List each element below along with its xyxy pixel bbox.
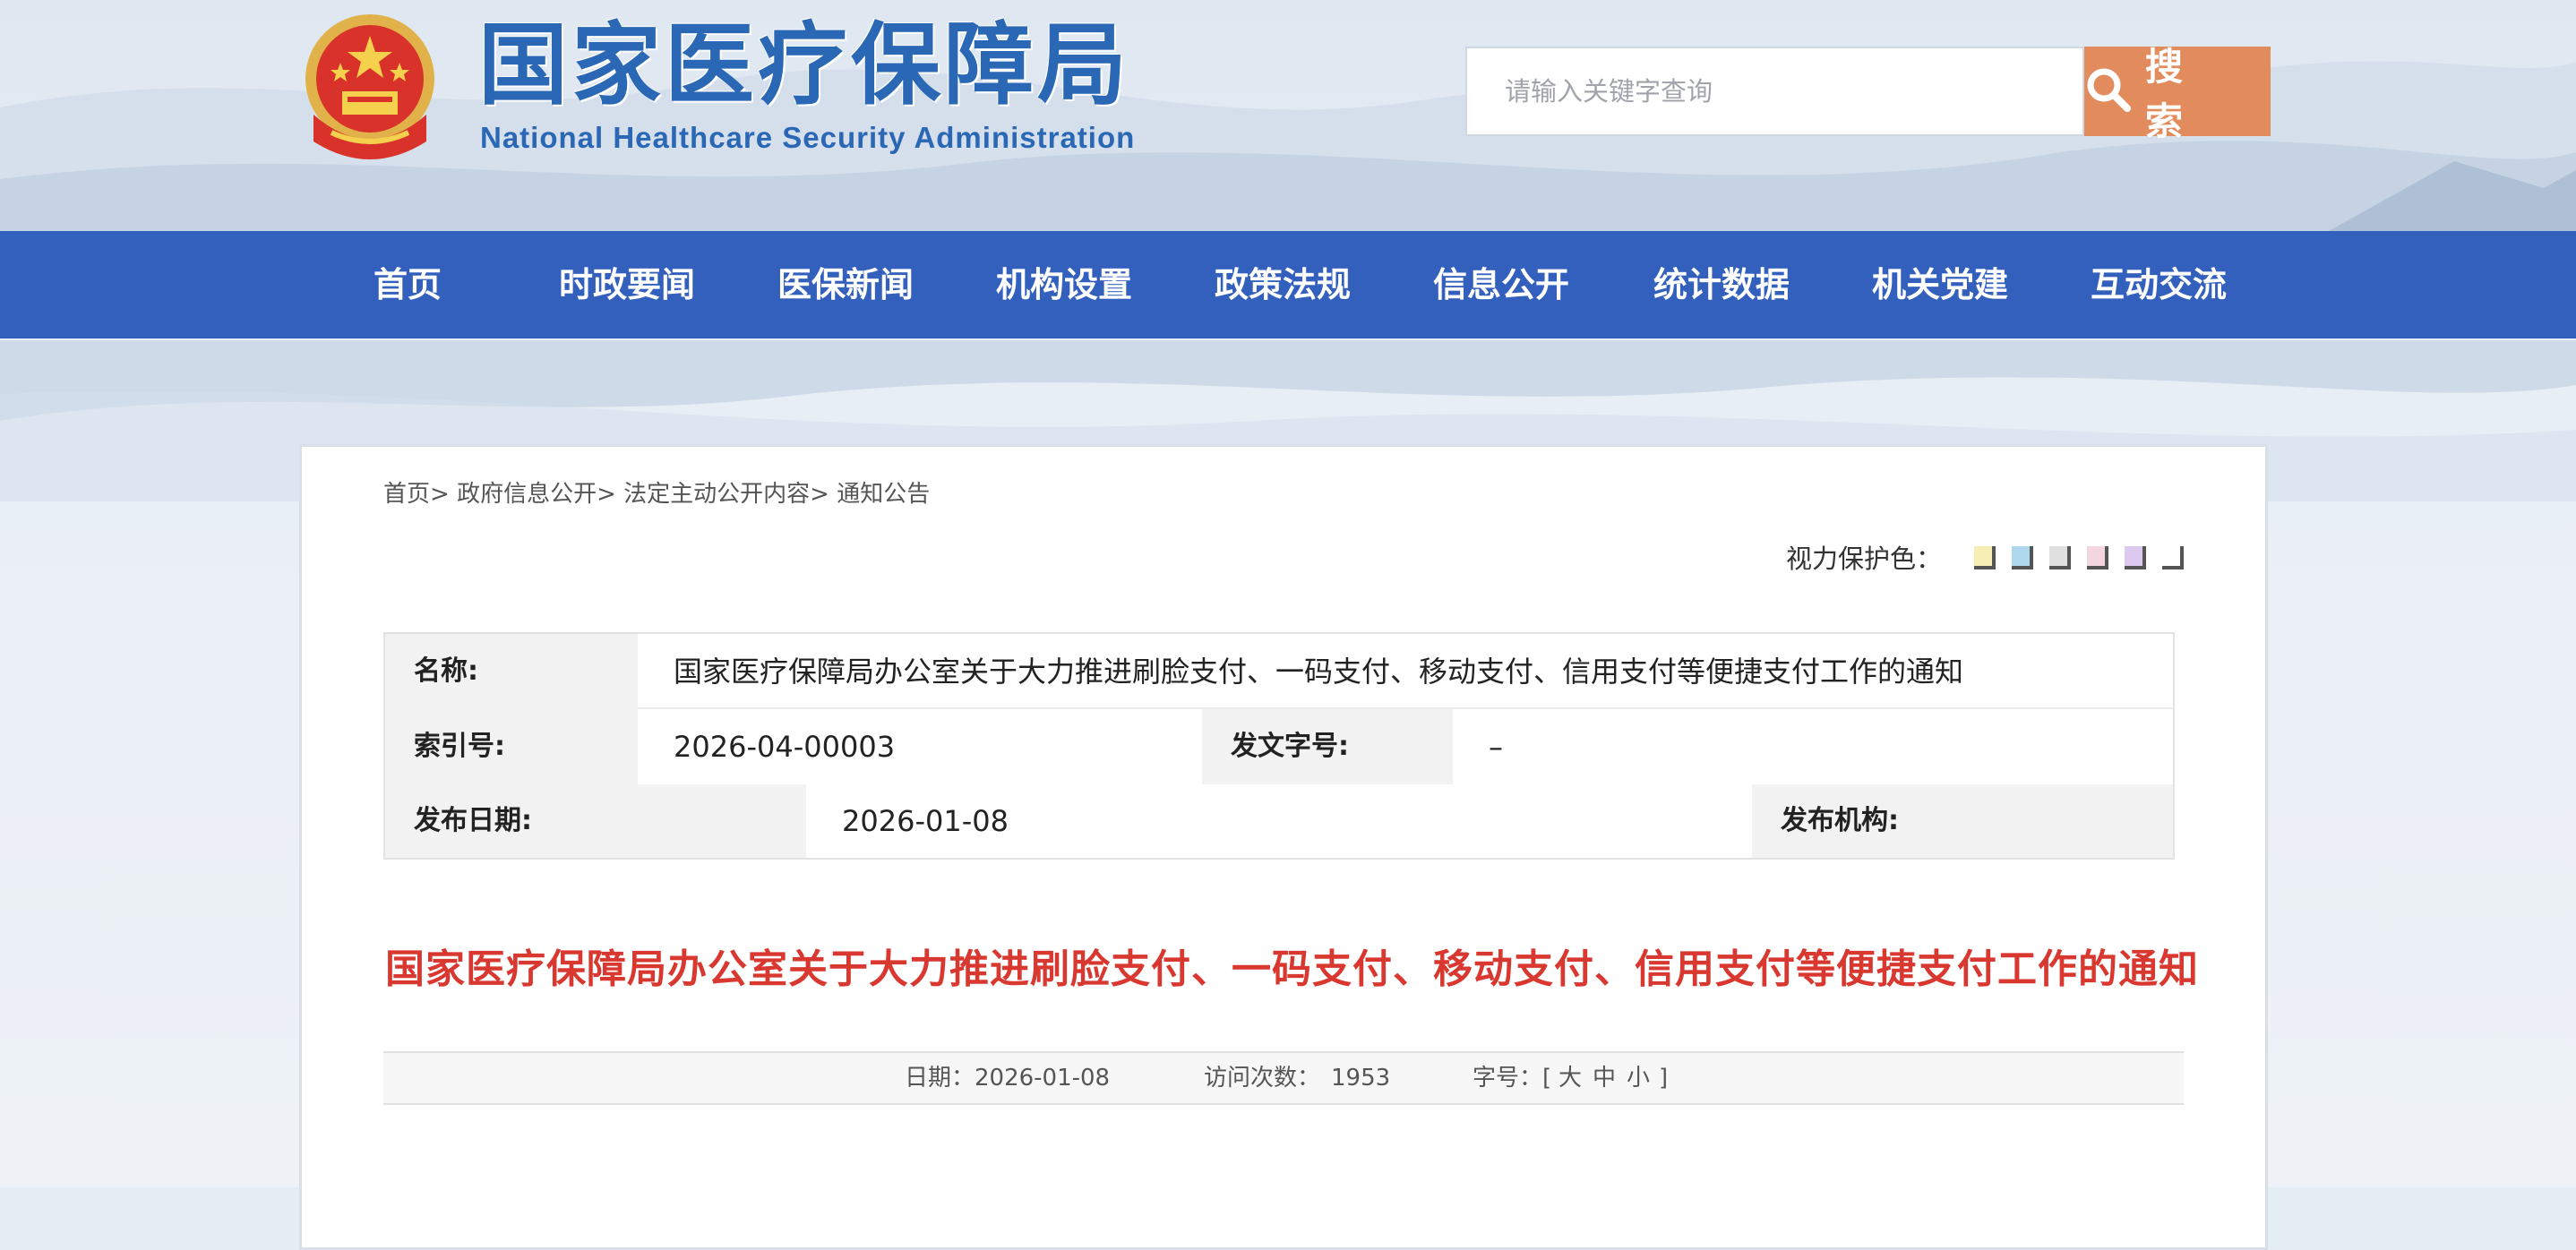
nav-item-interaction[interactable]: 互动交流 <box>2087 231 2230 338</box>
site-title-english: National Healthcare Security Administrat… <box>480 121 1136 154</box>
breadcrumb-mandatory-disclosure[interactable]: 法定主动公开内容> <box>623 481 829 508</box>
doc-number-label: 发文字号: <box>1202 709 1453 784</box>
search-button[interactable]: 搜 索 <box>2084 45 2271 143</box>
search-button-label: 搜 索 <box>2145 45 2196 143</box>
article-meta-bar: 日期：2026-01-08 访问次数： 1953 字号：[ 大 中 小 ] <box>383 1051 2184 1105</box>
eye-color-white[interactable] <box>2162 546 2184 569</box>
name-label: 名称: <box>385 634 638 709</box>
doc-number-value: – <box>1453 709 2173 784</box>
nav-item-policies[interactable]: 政策法规 <box>1211 231 1354 338</box>
main-nav: 首页 时政要闻 医保新闻 机构设置 政策法规 信息公开 统计数据 机关党建 互动… <box>0 231 2576 338</box>
publisher-label: 发布机构: <box>1752 784 2173 858</box>
breadcrumb-notices[interactable]: 通知公告 <box>837 481 930 508</box>
breadcrumb-home[interactable]: 首页> <box>383 481 450 508</box>
font-size-label: 字号：[ <box>1473 1065 1552 1092</box>
article-title: 国家医疗保障局办公室关于大力推进刷脸支付、一码支付、移动支付、信用支付等便捷支付… <box>385 946 2199 992</box>
document-info-table: 名称: 国家医疗保障局办公室关于大力推进刷脸支付、一码支付、移动支付、信用支付等… <box>383 632 2175 860</box>
site-title-chinese: 国家医疗保障局 <box>478 12 1130 117</box>
index-label: 索引号: <box>385 709 638 784</box>
visit-count-value: 1953 <box>1331 1065 1391 1092</box>
nav-item-organization[interactable]: 机构设置 <box>992 231 1136 338</box>
index-value: 2026-04-00003 <box>638 709 1202 784</box>
visit-count-label: 访问次数： <box>1204 1065 1321 1092</box>
national-emblem-icon <box>296 7 444 163</box>
eye-color-purple[interactable] <box>2125 546 2146 569</box>
breadcrumb: 首页> 政府信息公开> 法定主动公开内容> 通知公告 <box>383 478 930 510</box>
eye-color-yellow[interactable] <box>1974 546 1996 569</box>
eye-color-gray[interactable] <box>2049 546 2071 569</box>
eye-color-blue[interactable] <box>2012 546 2033 569</box>
font-size-close: ] <box>1659 1065 1669 1092</box>
eye-protection-label: 视力保护色： <box>1786 544 1943 574</box>
name-value: 国家医疗保障局办公室关于大力推进刷脸支付、一码支付、移动支付、信用支付等便捷支付… <box>638 634 2173 709</box>
publish-date-label: 发布日期: <box>385 784 806 858</box>
nav-item-news[interactable]: 时政要闻 <box>555 231 699 338</box>
eye-color-pink[interactable] <box>2087 546 2108 569</box>
nav-item-healthcare-news[interactable]: 医保新闻 <box>774 231 917 338</box>
nav-item-statistics[interactable]: 统计数据 <box>1650 231 1793 338</box>
search-icon <box>2084 65 2133 117</box>
font-size-large[interactable]: 大 <box>1558 1053 1582 1103</box>
breadcrumb-gov-info[interactable]: 政府信息公开> <box>457 481 616 508</box>
nav-item-disclosure[interactable]: 信息公开 <box>1430 231 1573 338</box>
nav-item-party[interactable]: 机关党建 <box>1868 231 2012 338</box>
publish-date-value: 2026-01-08 <box>806 784 1752 858</box>
font-size-small[interactable]: 小 <box>1627 1053 1650 1103</box>
article-date: 日期：2026-01-08 <box>905 1065 1111 1092</box>
font-size-medium[interactable]: 中 <box>1593 1053 1616 1103</box>
nav-item-home[interactable]: 首页 <box>358 231 457 338</box>
search-input[interactable]: 请输入关键字查询 <box>1465 47 2084 136</box>
